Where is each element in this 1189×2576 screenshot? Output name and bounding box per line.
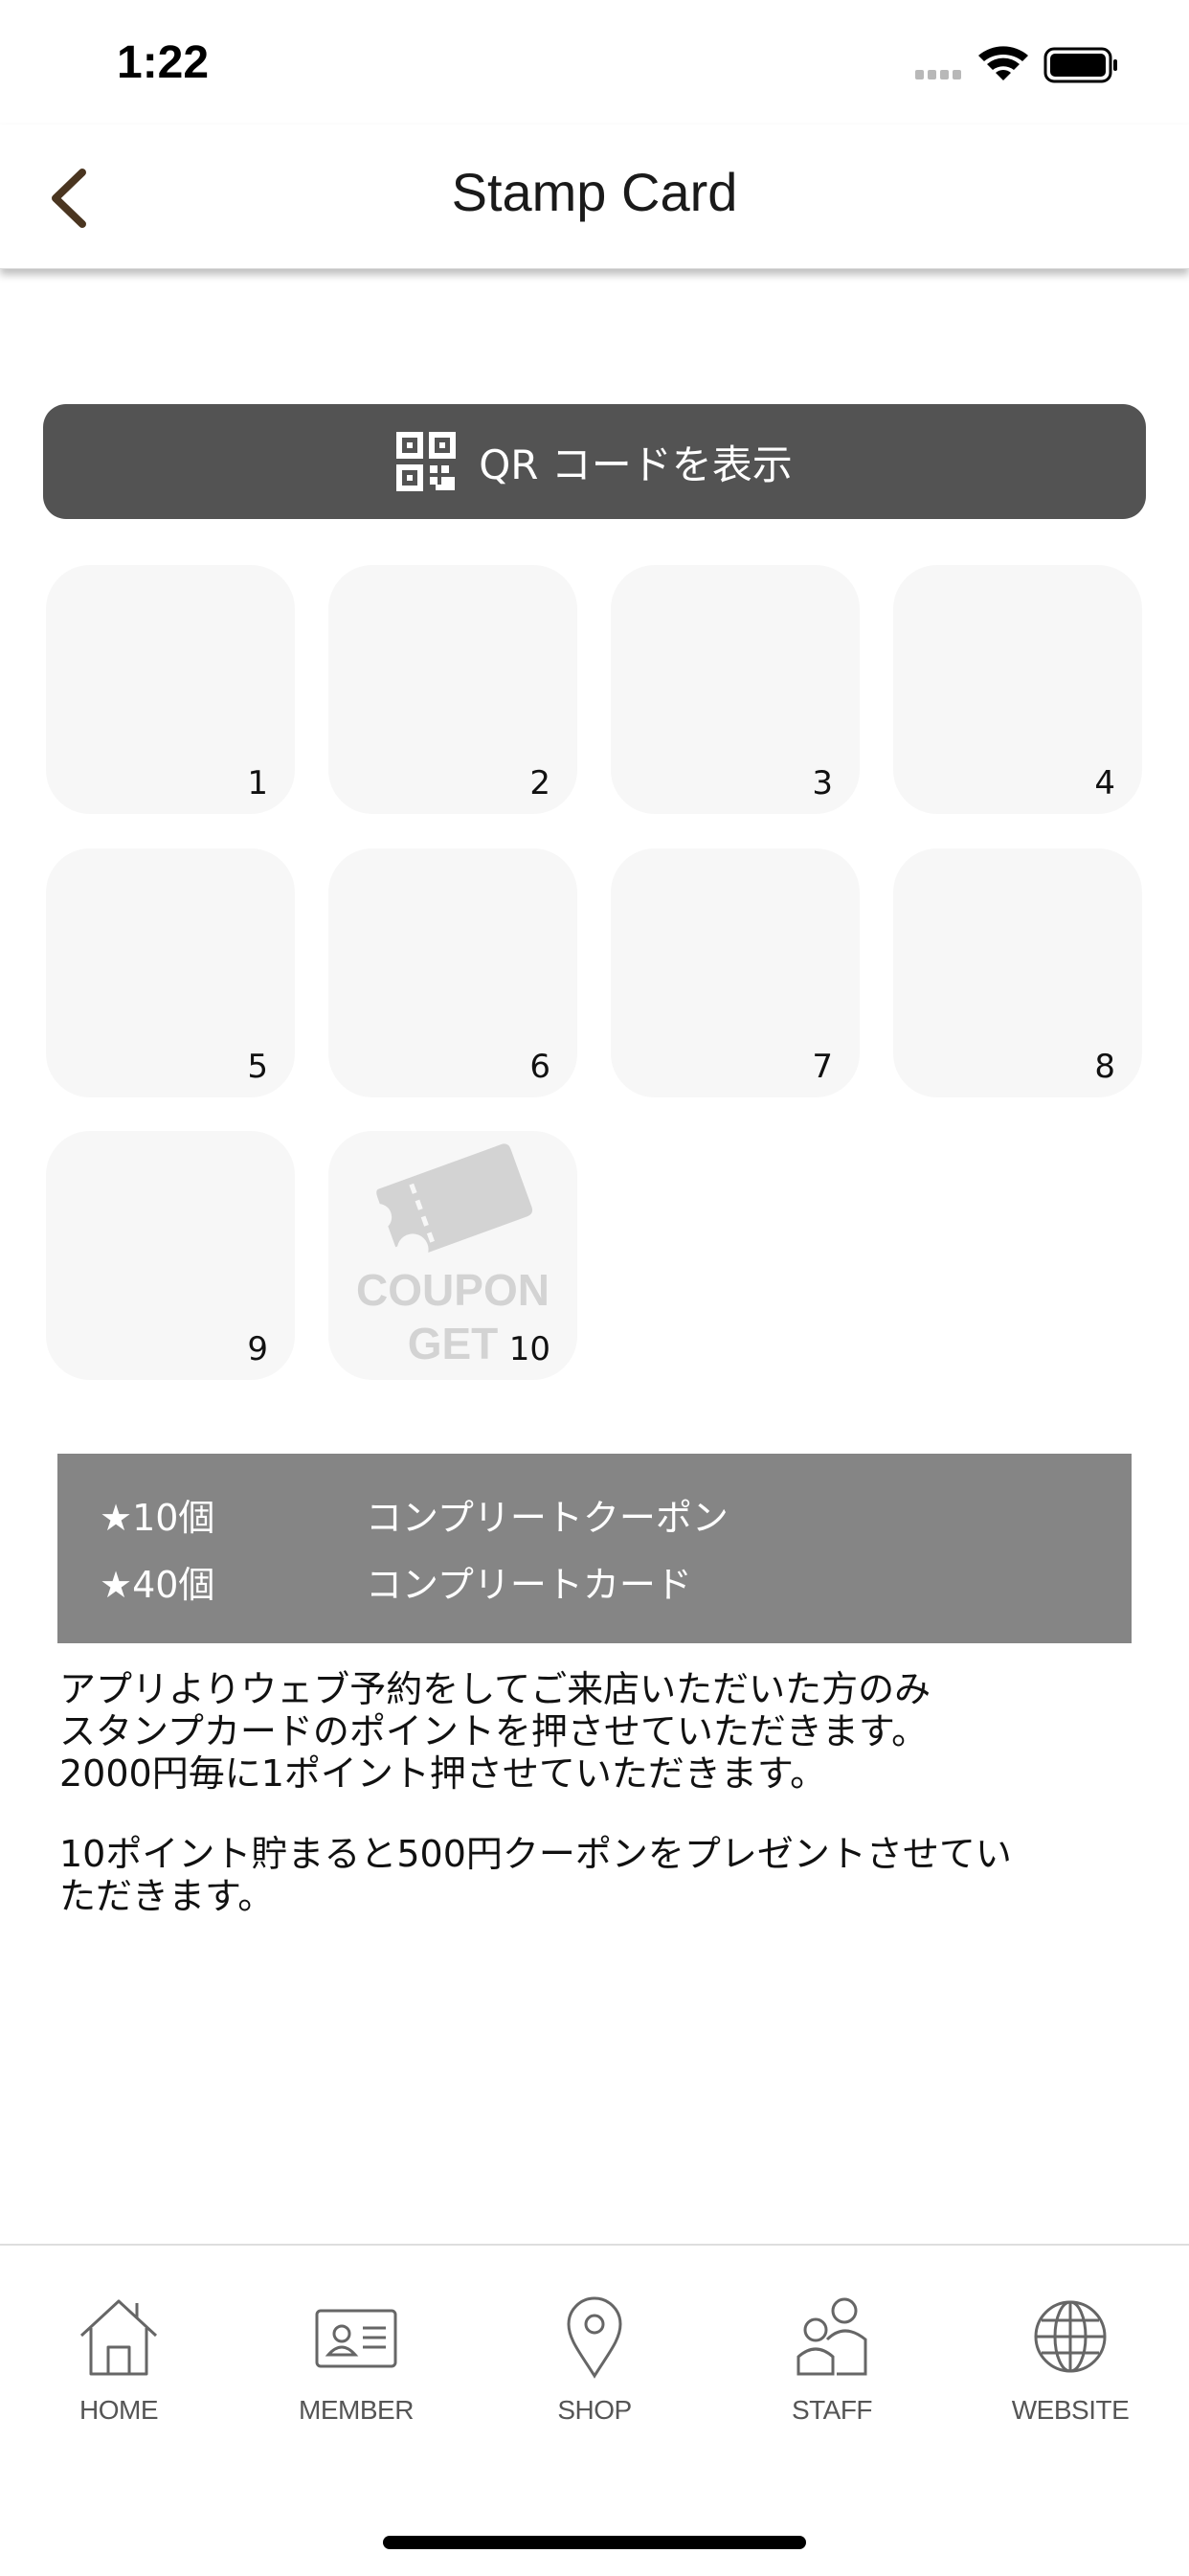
stamp-slot-3: 3 <box>611 565 860 814</box>
status-bar: 1:22 <box>0 0 1189 124</box>
stamp-number: 2 <box>529 764 550 802</box>
description-line: スタンプカードのポイントを押させていただきます。 <box>59 1710 929 1752</box>
reward-summary: ★10個 コンプリートクーポン ★40個 コンプリートカード <box>57 1454 1132 1643</box>
reward-count: ★40個 <box>100 1564 215 1606</box>
tab-label: HOME <box>79 2395 159 2425</box>
qr-code-icon <box>396 432 457 491</box>
stamp-slot-7: 7 <box>611 848 860 1097</box>
stamp-slot-4: 4 <box>893 565 1142 814</box>
location-pin-icon <box>567 2296 622 2379</box>
home-icon <box>79 2299 158 2376</box>
reward-row: ★10個 コンプリートクーポン <box>100 1488 729 1546</box>
page-title: Stamp Card <box>451 162 738 222</box>
description-line: 10ポイント貯まると500円クーポンをプレゼントさせてい <box>59 1833 1012 1875</box>
tab-label: SHOP <box>557 2395 632 2425</box>
tab-shop[interactable]: SHOP <box>489 2294 700 2426</box>
tab-label: MEMBER <box>299 2395 414 2425</box>
stamp-number: 4 <box>1094 764 1115 802</box>
status-icons <box>915 46 1117 83</box>
description-line: アプリよりウェブ予約をしてご来店いただいた方のみ <box>59 1668 931 1710</box>
tab-member[interactable]: MEMBER <box>251 2294 461 2426</box>
reward-count: ★10個 <box>100 1497 215 1539</box>
stamp-number: 10 <box>508 1330 550 1368</box>
navigation-bar: Stamp Card <box>0 124 1189 269</box>
reward-name: コンプリートカード <box>366 1564 692 1606</box>
stamp-number: 5 <box>247 1048 268 1086</box>
tab-home[interactable]: HOME <box>13 2294 224 2426</box>
globe-icon <box>1034 2300 1107 2373</box>
show-qr-code-label: QR コードを表示 <box>479 441 793 488</box>
wifi-icon <box>978 46 1028 80</box>
staff-icon <box>796 2297 867 2376</box>
stamp-number: 7 <box>812 1048 833 1086</box>
stamp-number: 8 <box>1094 1048 1115 1086</box>
reward-row: ★40個 コンプリートカード <box>100 1555 692 1613</box>
stamp-slot-5: 5 <box>46 848 295 1097</box>
stamp-card-description: アプリよりウェブ予約をしてご来店いただいた方のみ スタンプカードのポイントを押さ… <box>59 1668 1141 1917</box>
description-line: ただきます。 <box>59 1875 275 1917</box>
tab-label: STAFF <box>791 2395 873 2425</box>
stamp-slot-6: 6 <box>328 848 577 1097</box>
signal-icon <box>915 70 961 79</box>
battery-icon <box>1043 47 1117 83</box>
stamp-number: 1 <box>247 764 268 802</box>
stamp-slot-8: 8 <box>893 848 1142 1097</box>
member-card-icon <box>315 2309 397 2368</box>
stamp-slot-1: 1 <box>46 565 295 814</box>
tab-label: WEBSITE <box>1011 2395 1130 2425</box>
stamp-number: 6 <box>529 1048 550 1086</box>
description-line: 2000円毎に1ポイント押させていただきます。 <box>59 1752 827 1795</box>
stamp-slot-9: 9 <box>46 1131 295 1380</box>
show-qr-code-button[interactable]: QR コードを表示 <box>43 404 1146 519</box>
tab-bar: HOME MEMBER SHOP STAFF WEBSITE <box>0 2244 1189 2576</box>
stamp-number: 3 <box>812 764 833 802</box>
home-indicator <box>383 2536 806 2549</box>
reward-name: コンプリートクーポン <box>366 1497 729 1539</box>
tab-staff[interactable]: STAFF <box>727 2294 937 2426</box>
tab-website[interactable]: WEBSITE <box>965 2294 1176 2426</box>
status-time: 1:22 <box>117 37 210 88</box>
stamp-slot-2: 2 <box>328 565 577 814</box>
stamp-slot-10-coupon: COUPON GET 10 <box>328 1131 577 1380</box>
stamp-number: 9 <box>247 1330 268 1368</box>
